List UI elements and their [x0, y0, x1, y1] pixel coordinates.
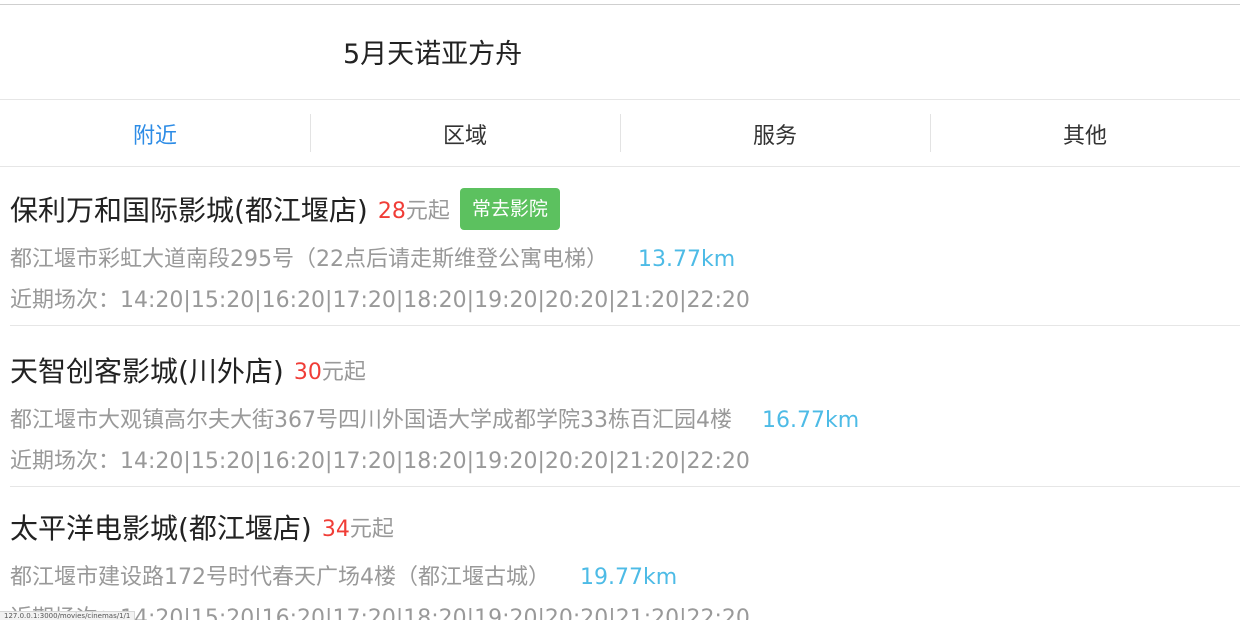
cinema-price: 34元起: [322, 511, 394, 543]
cinema-distance: 13.77km: [638, 247, 736, 272]
cinema-price: 30元起: [294, 354, 366, 386]
cinema-showtimes: 14:20|15:20|16:20|17:20|18:20|19:20|20:2…: [120, 449, 750, 474]
price-suffix: 元起: [321, 360, 366, 385]
cinema-name: 天智创客影城(川外店): [10, 355, 284, 388]
movie-title: 5月天诺亚方舟: [343, 39, 523, 70]
cinema-header: 保利万和国际影城(都江堰店) 28元起 常去影院: [10, 188, 560, 230]
cinema-distance: 16.77km: [762, 408, 860, 433]
showtimes-label: 近期场次：: [10, 449, 121, 474]
cinema-showtimes: 14:20|15:20|16:20|17:20|18:20|19:20|20:2…: [120, 606, 750, 620]
showtimes-label: 近期场次：: [10, 288, 121, 313]
frequent-cinema-badge: 常去影院: [459, 188, 560, 230]
tab-district[interactable]: 区域: [310, 100, 620, 167]
tab-nearby[interactable]: 附近: [0, 100, 310, 167]
price-value: 30: [293, 360, 322, 385]
cinema-list-item[interactable]: 太平洋电影城(都江堰店) 34元起 都江堰市建设路172号时代春天广场4楼（都江…: [10, 486, 1240, 620]
cinema-address-row: 都江堰市建设路172号时代春天广场4楼（都江堰古城） 19.77km: [10, 559, 677, 591]
cinema-list-item[interactable]: 保利万和国际影城(都江堰店) 28元起 常去影院 都江堰市彩虹大道南段295号（…: [10, 168, 1240, 326]
cinema-showtimes-row: 近期场次：14:20|15:20|16:20|17:20|18:20|19:20…: [10, 282, 750, 314]
cinema-list-item[interactable]: 天智创客影城(川外店) 30元起 都江堰市大观镇高尔夫大街367号四川外国语大学…: [10, 329, 1240, 487]
cinema-address: 都江堰市彩虹大道南段295号（22点后请走斯维登公寓电梯）: [10, 247, 608, 272]
cinema-distance: 19.77km: [580, 565, 678, 590]
cinema-address-row: 都江堰市大观镇高尔夫大街367号四川外国语大学成都学院33栋百汇园4楼 16.77…: [10, 402, 859, 434]
cinema-header: 天智创客影城(川外店) 30元起: [10, 349, 366, 391]
price-value: 34: [321, 517, 350, 542]
cinema-name: 保利万和国际影城(都江堰店): [10, 194, 368, 227]
tab-other[interactable]: 其他: [930, 100, 1240, 167]
price-value: 28: [377, 199, 406, 224]
cinema-header: 太平洋电影城(都江堰店) 34元起: [10, 506, 394, 548]
cinema-showtimes: 14:20|15:20|16:20|17:20|18:20|19:20|20:2…: [120, 288, 750, 313]
price-suffix: 元起: [405, 199, 450, 224]
cinema-price: 28元起: [378, 193, 450, 225]
cinema-name: 太平洋电影城(都江堰店): [10, 512, 312, 545]
page-header: 5月天诺亚方舟: [0, 5, 1240, 100]
cinema-showtimes-row: 近期场次：14:20|15:20|16:20|17:20|18:20|19:20…: [10, 443, 750, 475]
cinema-address: 都江堰市建设路172号时代春天广场4楼（都江堰古城）: [10, 565, 550, 590]
price-suffix: 元起: [349, 517, 394, 542]
filter-tab-bar: 附近 区域 服务 其他: [0, 100, 1240, 167]
status-bar-url: 127.0.0.1:3000/movies/cinemas/1/1: [0, 611, 136, 620]
cinema-address-row: 都江堰市彩虹大道南段295号（22点后请走斯维登公寓电梯） 13.77km: [10, 241, 735, 273]
tab-services[interactable]: 服务: [620, 100, 930, 167]
cinema-address: 都江堰市大观镇高尔夫大街367号四川外国语大学成都学院33栋百汇园4楼: [10, 408, 732, 433]
